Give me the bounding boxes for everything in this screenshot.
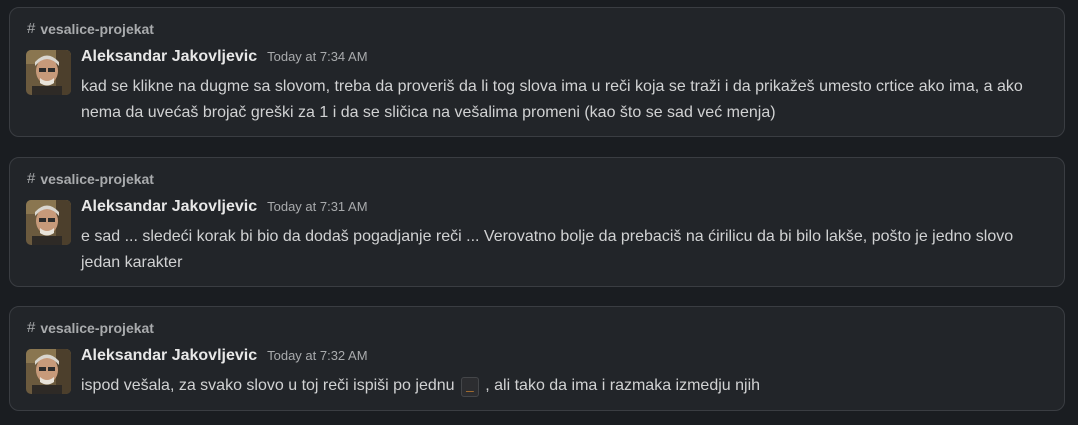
channel-link[interactable]: # vesalice-projekat [27,170,154,187]
channel-name: vesalice-projekat [40,319,154,336]
avatar[interactable] [26,50,71,95]
channel-link[interactable]: # vesalice-projekat [27,319,154,336]
timestamp[interactable]: Today at 7:34 AM [267,49,367,64]
message-card[interactable]: # vesalice-projekat Aleksandar Jakovljev… [9,157,1065,287]
inline-code: _ [460,377,479,397]
hash-icon: # [27,20,36,37]
message-text-before: ispod vešala, za svako slovo u toj reči … [81,377,455,394]
avatar[interactable] [26,349,71,394]
timestamp[interactable]: Today at 7:32 AM [267,348,367,363]
message-body: Aleksandar Jakovljevic Today at 7:34 AM … [81,48,1046,126]
message-text-after: , ali tako da ima i razmaka izmedju njih [485,377,761,394]
search-results-feed: # vesalice-projekat Aleksandar Jakovljev… [0,0,1078,425]
author-name[interactable]: Aleksandar Jakovljevic [81,48,257,66]
avatar[interactable] [26,200,71,245]
channel-link[interactable]: # vesalice-projekat [27,20,154,37]
channel-name: vesalice-projekat [40,20,154,37]
message-text: e sad ... sledeći korak bi bio da dodaš … [81,228,1014,271]
message-card[interactable]: # vesalice-projekat Aleksandar Jakovljev… [9,7,1065,137]
message-body: Aleksandar Jakovljevic Today at 7:32 AM … [81,347,1046,399]
timestamp[interactable]: Today at 7:31 AM [267,199,367,214]
message-body: Aleksandar Jakovljevic Today at 7:31 AM … [81,198,1046,276]
message-text: kad se klikne na dugme sa slovom, treba … [81,78,1023,121]
message-text: ispod vešala, za svako slovo u toj reči … [81,373,1046,399]
channel-name: vesalice-projekat [40,170,154,187]
hash-icon: # [27,170,36,187]
author-name[interactable]: Aleksandar Jakovljevic [81,198,257,216]
hash-icon: # [27,319,36,336]
author-name[interactable]: Aleksandar Jakovljevic [81,347,257,365]
message-card[interactable]: # vesalice-projekat Aleksandar Jakovljev… [9,306,1065,411]
